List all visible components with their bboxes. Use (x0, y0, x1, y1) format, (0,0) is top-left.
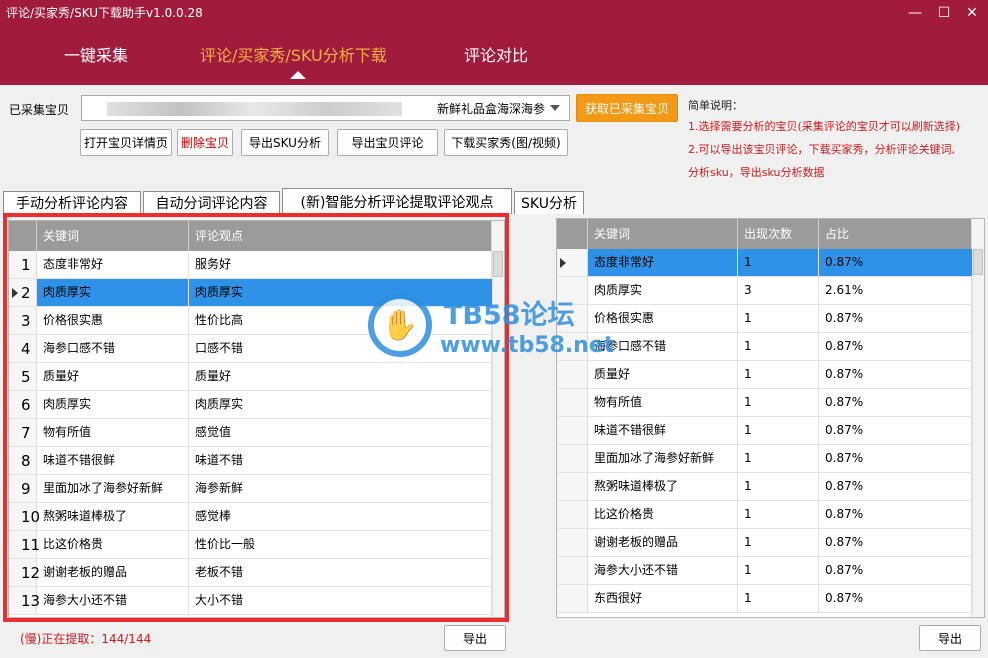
description-line-1: 1.选择需要分析的宝贝(采集评论的宝贝才可以刷新选择) (688, 120, 961, 133)
tab-manual-analysis[interactable]: 手动分析评论内容 (3, 191, 141, 214)
window-title: 评论/买家秀/SKU下载助手v1.0.0.28 (6, 6, 203, 20)
column-header-keyword[interactable]: 关键词 (588, 219, 738, 249)
ratio-cell[interactable]: 0.87% (819, 249, 973, 276)
ratio-cell[interactable]: 0.87% (819, 473, 973, 500)
ratio-cell[interactable]: 0.87% (819, 417, 973, 444)
tab-sku-analysis[interactable]: SKU分析 (514, 191, 584, 214)
close-icon[interactable]: ✕ (959, 3, 985, 23)
description-title: 简单说明： (688, 99, 743, 112)
row-header[interactable] (557, 557, 588, 584)
row-header[interactable] (557, 585, 588, 612)
table-row[interactable]: 物有所值 1 0.87% (557, 389, 973, 417)
count-cell[interactable]: 1 (738, 389, 819, 416)
ratio-cell[interactable]: 0.87% (819, 585, 973, 612)
count-cell[interactable]: 1 (738, 333, 819, 360)
collected-label: 已采集宝贝 (9, 103, 70, 117)
watermark-url: www.tb58.net (440, 333, 615, 358)
keyword-cell[interactable]: 熬粥味道棒极了 (588, 473, 738, 500)
app-window: 评论/买家秀/SKU下载助手v1.0.0.28 — ☐ ✕ 一键采集 评论/买家… (0, 0, 988, 658)
title-bar: 评论/买家秀/SKU下载助手v1.0.0.28 — ☐ ✕ 一键采集 评论/买家… (0, 0, 988, 85)
ratio-cell[interactable]: 0.87% (819, 361, 973, 388)
open-detail-button[interactable]: 打开宝贝详情页 (80, 129, 172, 156)
tab-smart-opinion[interactable]: (新)智能分析评论提取评论观点 (282, 188, 512, 214)
row-header[interactable] (557, 389, 588, 416)
export-reviews-button[interactable]: 导出宝贝评论 (337, 129, 438, 156)
ratio-cell[interactable]: 0.87% (819, 557, 973, 584)
table-row[interactable]: 比这价格贵 1 0.87% (557, 501, 973, 529)
row-header[interactable] (557, 473, 588, 500)
fetch-collected-button[interactable]: 获取已采集宝贝 (576, 94, 678, 122)
ratio-cell[interactable]: 2.61% (819, 277, 973, 304)
keyword-stats-grid: 关键词 出现次数 占比 态度非常好 1 0.87% 肉质厚实 3 2.61% 价格很实惠 1 0… (556, 218, 985, 618)
description-line-2: 2.可以导出该宝贝评论，下载买家秀，分析评论关键词, (688, 143, 955, 156)
product-select-value: 新鲜礼品盒海深海参 (436, 102, 545, 116)
maximize-icon[interactable]: ☐ (931, 3, 957, 23)
tab-auto-segment[interactable]: 自动分词评论内容 (143, 191, 280, 214)
table-row[interactable]: 态度非常好 1 0.87% (557, 249, 973, 277)
product-select[interactable]: 新鲜礼品盒海深海参 (81, 95, 570, 121)
export-stats-button[interactable]: 导出 (919, 625, 981, 651)
hand-logo-icon: ✋ (368, 293, 432, 357)
ratio-cell[interactable]: 0.87% (819, 333, 973, 360)
minimize-icon[interactable]: — (902, 3, 928, 23)
extract-status: (慢)正在提取：144/144 (20, 632, 152, 646)
table-row[interactable]: 谢谢老板的赠品 1 0.87% (557, 529, 973, 557)
count-cell[interactable]: 1 (738, 361, 819, 388)
ratio-cell[interactable]: 0.87% (819, 501, 973, 528)
table-row[interactable]: 东西很好 1 0.87% (557, 585, 973, 613)
count-cell[interactable]: 1 (738, 529, 819, 556)
ratio-cell[interactable]: 0.87% (819, 389, 973, 416)
nav-review-download[interactable]: 评论/买家秀/SKU分析下载 (200, 42, 387, 66)
count-cell[interactable]: 1 (738, 501, 819, 528)
count-cell[interactable]: 3 (738, 277, 819, 304)
keyword-cell[interactable]: 比这价格贵 (588, 501, 738, 528)
table-row[interactable]: 味道不错很鲜 1 0.87% (557, 417, 973, 445)
count-cell[interactable]: 1 (738, 249, 819, 276)
row-header[interactable] (557, 529, 588, 556)
current-row-pointer-icon (560, 258, 566, 268)
chevron-down-icon[interactable] (550, 105, 560, 111)
delete-item-button[interactable]: 删除宝贝 (177, 129, 233, 156)
ratio-cell[interactable]: 0.87% (819, 445, 973, 472)
ratio-cell[interactable]: 0.87% (819, 529, 973, 556)
count-cell[interactable]: 1 (738, 585, 819, 612)
row-header[interactable] (557, 417, 588, 444)
download-buyer-show-button[interactable]: 下载买家秀(图/视频) (444, 129, 568, 156)
keyword-cell[interactable]: 里面加冰了海参好新鲜 (588, 445, 738, 472)
blurred-product-name (107, 102, 402, 116)
watermark: ✋ TB58论坛 www.tb58.net (368, 293, 638, 368)
keyword-cell[interactable]: 味道不错很鲜 (588, 417, 738, 444)
stats-grid-header: 关键词 出现次数 占比 (557, 219, 973, 249)
watermark-title: TB58论坛 (444, 300, 575, 331)
row-header-corner (557, 219, 588, 249)
keyword-cell[interactable]: 东西很好 (588, 585, 738, 612)
count-cell[interactable]: 1 (738, 305, 819, 332)
count-cell[interactable]: 1 (738, 557, 819, 584)
column-header-count[interactable]: 出现次数 (738, 219, 819, 249)
row-header[interactable] (557, 445, 588, 472)
description-line-3: 分析sku，导出sku分析数据 (688, 166, 825, 179)
row-header[interactable] (557, 249, 588, 276)
highlight-box (3, 213, 509, 622)
count-cell[interactable]: 1 (738, 445, 819, 472)
nav-review-compare[interactable]: 评论对比 (464, 42, 528, 66)
count-cell[interactable]: 1 (738, 417, 819, 444)
active-nav-indicator (290, 71, 306, 79)
nav-collect[interactable]: 一键采集 (64, 42, 128, 66)
keyword-cell[interactable]: 态度非常好 (588, 249, 738, 276)
keyword-cell[interactable]: 海参大小还不错 (588, 557, 738, 584)
table-row[interactable]: 熬粥味道棒极了 1 0.87% (557, 473, 973, 501)
count-cell[interactable]: 1 (738, 473, 819, 500)
export-sku-button[interactable]: 导出SKU分析 (241, 129, 329, 156)
keyword-cell[interactable]: 谢谢老板的赠品 (588, 529, 738, 556)
ratio-cell[interactable]: 0.87% (819, 305, 973, 332)
row-header[interactable] (557, 501, 588, 528)
export-opinions-button[interactable]: 导出 (444, 625, 506, 651)
keyword-cell[interactable]: 物有所值 (588, 389, 738, 416)
table-row[interactable]: 海参大小还不错 1 0.87% (557, 557, 973, 585)
column-header-ratio[interactable]: 占比 (819, 219, 973, 249)
table-row[interactable]: 里面加冰了海参好新鲜 1 0.87% (557, 445, 973, 473)
scrollbar-thumb[interactable] (973, 249, 983, 275)
